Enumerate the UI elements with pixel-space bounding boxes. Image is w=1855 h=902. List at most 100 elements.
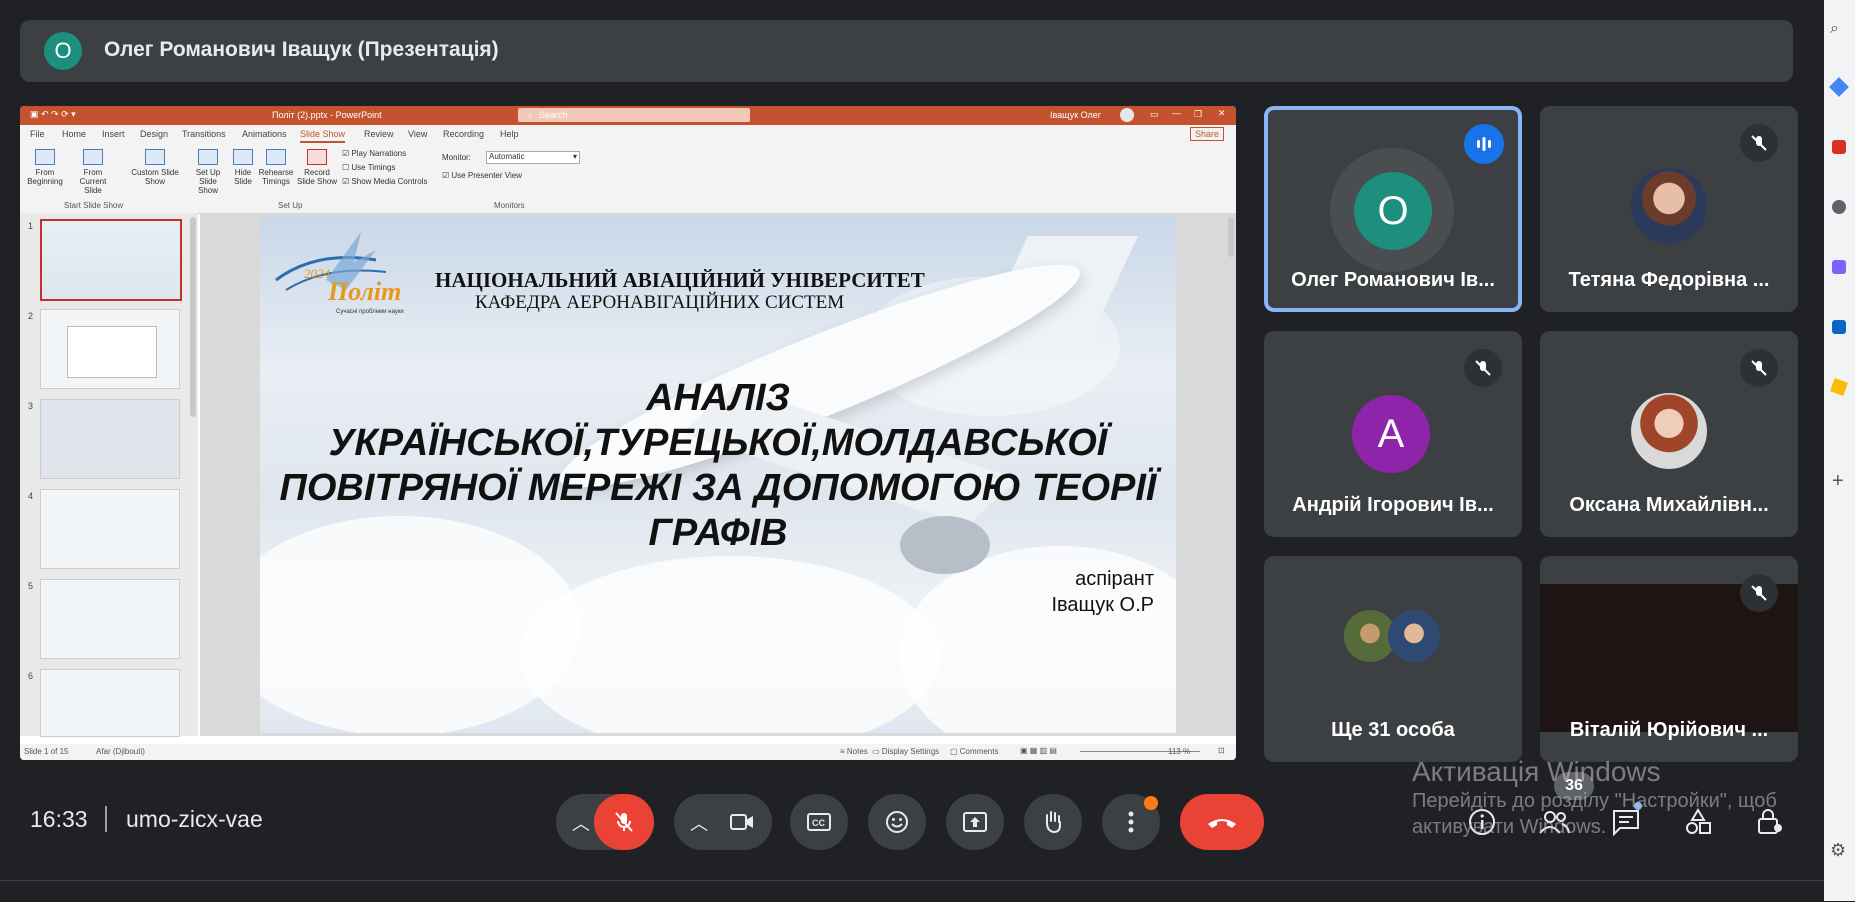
slide-title: АНАЛІЗ УКРАЇНСЬКОЇ,ТУРЕЦЬКОЇ,МОЛДАВСЬКОЇ… [260, 376, 1176, 556]
svg-text:2024: 2024 [304, 266, 331, 281]
fit-slide-icon[interactable]: ⊡ [1218, 746, 1225, 755]
search-icon[interactable]: ⌕ [1830, 20, 1839, 38]
tab-insert[interactable]: Insert [102, 129, 125, 139]
watermark-text: активувати Windows. [1412, 816, 1607, 838]
participant-tile-6[interactable]: Віталій Юрійович ... [1540, 556, 1798, 762]
search-input[interactable]: ⌕ Search [518, 108, 750, 122]
add-icon[interactable]: + [1832, 470, 1844, 493]
tab-home[interactable]: Home [62, 129, 86, 139]
tab-file[interactable]: File [30, 129, 45, 139]
restore-icon[interactable]: ❐ [1194, 109, 1202, 120]
author-name: Іващук О.Р [1051, 594, 1154, 616]
notes-button[interactable]: ≡ Notes [840, 747, 868, 756]
record-button[interactable]: Record Slide Show [296, 149, 338, 186]
monitor-select[interactable]: Automatic ▾ [486, 151, 580, 164]
watermark-text: Перейдіть до розділу "Настройки", щоб [1412, 790, 1777, 812]
svg-text:CC: CC [812, 818, 825, 828]
mic-off-icon [1740, 349, 1778, 387]
leave-call-button[interactable] [1180, 794, 1264, 850]
captions-button[interactable]: CC [790, 794, 848, 850]
extension-icon[interactable] [1832, 140, 1846, 154]
ribbon-display-icon[interactable]: ▭ [1150, 109, 1159, 120]
share-button[interactable]: Share [1190, 127, 1225, 141]
mic-off-icon [1464, 349, 1502, 387]
divider [105, 806, 107, 832]
setup-show-button[interactable]: Set Up Slide Show [188, 149, 228, 195]
play-icon [35, 149, 55, 165]
participant-photo [1631, 168, 1707, 244]
more-vert-icon [1128, 811, 1134, 833]
raise-hand-button[interactable] [1024, 794, 1082, 850]
participant-tile-1[interactable]: О Олег Романович Ів... [1264, 106, 1522, 312]
slide-thumbnail-2[interactable] [40, 309, 180, 389]
more-participants-label: Ще 31 особа [1331, 719, 1455, 741]
app-icon[interactable] [1830, 378, 1848, 396]
tab-review[interactable]: Review [364, 129, 394, 139]
record-icon [307, 149, 327, 165]
user-name: Іващук Олег [1050, 110, 1102, 120]
powerpoint-titlebar: ▣ ↶ ↷ ⟳ ▾ Політ (2).pptx - PowerPoint ⌕ S… [20, 106, 1236, 125]
audio-options-chevron-icon[interactable]: ︿ [572, 810, 590, 836]
mic-off-icon [1740, 124, 1778, 162]
participant-name: Оксана Михайлівн... [1569, 494, 1769, 516]
slide-thumbnail-4[interactable] [40, 489, 180, 569]
slide-thumbnail-5[interactable] [40, 579, 180, 659]
title-line: УКРАЇНСЬКОЇ,ТУРЕЦЬКОЇ,МОЛДАВСЬКОЇ [328, 422, 1108, 464]
tab-view[interactable]: View [408, 129, 427, 139]
camera-toggle-button[interactable] [712, 794, 772, 850]
gemini-icon[interactable] [1829, 77, 1849, 97]
participant-tile-2[interactable]: Тетяна Федорівна ... [1540, 106, 1798, 312]
present-button[interactable] [946, 794, 1004, 850]
outlook-icon[interactable] [1832, 320, 1846, 334]
play-current-icon [83, 149, 103, 165]
slide-thumbnail-1[interactable] [40, 219, 182, 301]
participant-tile-3[interactable]: А Андрій Ігорович Ів... [1264, 331, 1522, 537]
hide-icon [233, 149, 253, 165]
svg-text:Політ: Політ [327, 277, 401, 306]
tab-animations[interactable]: Animations [242, 129, 287, 139]
hand-icon [1046, 811, 1061, 834]
show-media-checkbox[interactable]: ☑ Show Media Controls [342, 177, 427, 186]
windows-activation-watermark: Активація Windows Перейдіть до розділу "… [1412, 756, 1777, 840]
play-narrations-checkbox[interactable]: ☑ Play Narrations [342, 149, 406, 158]
close-icon[interactable]: ✕ [1218, 108, 1226, 119]
slide-thumbnail-3[interactable] [40, 399, 180, 479]
closed-captions-icon: CC [807, 813, 831, 831]
participant-photo [1631, 393, 1707, 469]
from-beginning-button[interactable]: From Beginning [24, 149, 66, 186]
comments-button[interactable]: ▢ Comments [950, 747, 998, 756]
conference-logo: 2024 Політ Сучасні проблеми науки [275, 232, 404, 315]
presenter-view-checkbox[interactable]: ☑ Use Presenter View [442, 171, 522, 180]
tab-recording[interactable]: Recording [443, 129, 484, 139]
thumbnail-scrollbar[interactable] [190, 217, 196, 417]
video-options-chevron-icon[interactable]: ︿ [690, 810, 708, 836]
language-status: Afar (Djibouti) [96, 747, 145, 756]
view-buttons[interactable]: ▣ ▦ ▥ ▤ [1020, 746, 1057, 755]
ribbon: From Beginning From Current Slide Custom… [20, 145, 1236, 214]
reactions-button[interactable] [868, 794, 926, 850]
tab-design[interactable]: Design [140, 129, 168, 139]
powerpoint-statusbar: Slide 1 of 15 Afar (Djibouti) ≡ Notes ▭ … [20, 744, 1236, 760]
hide-slide-button[interactable]: Hide Slide [230, 149, 256, 186]
group-setup-label: Set Up [278, 201, 303, 210]
app-icon[interactable] [1832, 260, 1846, 274]
custom-show-button[interactable]: Custom Slide Show [130, 149, 180, 186]
university-name: НАЦІОНАЛЬНИЙ АВІАЦІЙНИЙ УНІВЕРСИТЕТ [435, 268, 925, 292]
mic-toggle-button[interactable] [594, 794, 654, 850]
tab-slide-show[interactable]: Slide Show [300, 129, 346, 143]
profile-icon[interactable] [1832, 200, 1846, 214]
minimize-icon[interactable]: — [1172, 108, 1181, 118]
tab-transitions[interactable]: Transitions [182, 129, 226, 139]
more-options-button[interactable] [1102, 794, 1160, 850]
meeting-code: umo-zicx-vae [126, 806, 263, 832]
participant-tile-4[interactable]: Оксана Михайлівн... [1540, 331, 1798, 537]
rehearse-button[interactable]: Rehearse Timings [258, 149, 294, 186]
editor-scrollbar[interactable] [1228, 217, 1234, 257]
tab-help[interactable]: Help [500, 129, 519, 139]
from-current-button[interactable]: From Current Slide [70, 149, 116, 195]
slide-thumbnail-6[interactable] [40, 669, 180, 737]
participant-tile-others[interactable]: Ще 31 особа [1264, 556, 1522, 762]
use-timings-checkbox[interactable]: ☐ Use Timings [342, 163, 395, 172]
gear-icon[interactable]: ⚙ [1830, 840, 1846, 861]
display-settings-button[interactable]: ▭ Display Settings [872, 747, 939, 756]
